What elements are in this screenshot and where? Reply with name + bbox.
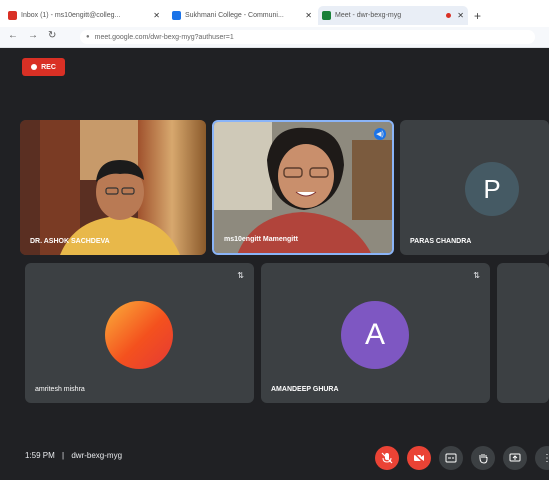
tab-gmail[interactable]: Inbox (1) - ms10engitt@colleg... ✕ bbox=[4, 6, 164, 25]
record-dot-icon bbox=[31, 64, 38, 70]
pin-icon[interactable]: ⇅ bbox=[237, 271, 244, 280]
participant-name: PARAS CHANDRA bbox=[410, 238, 472, 245]
more-icon[interactable]: ⋮ bbox=[535, 446, 549, 470]
participant-tile[interactable]: P PARAS CHANDRA bbox=[400, 120, 549, 255]
participant-name: DR. ASHOK SACHDEVA bbox=[30, 238, 110, 245]
meeting-info: 1:59 PM | dwr-bexg-myg bbox=[25, 451, 122, 460]
avatar: A bbox=[341, 301, 409, 369]
participant-video bbox=[20, 120, 206, 255]
present-icon[interactable] bbox=[503, 446, 527, 470]
close-icon[interactable]: ✕ bbox=[457, 11, 464, 20]
address-toolbar: ← → ↻ ● meet.google.com/dwr-bexg-myg?aut… bbox=[0, 27, 549, 48]
reload-icon[interactable]: ↻ bbox=[48, 30, 56, 41]
clock-time: 1:59 PM bbox=[25, 451, 55, 460]
avatar: P bbox=[465, 162, 519, 216]
forward-icon[interactable]: → bbox=[28, 30, 38, 41]
tab-label: Sukhmani College - Communi... bbox=[185, 12, 284, 19]
lock-icon: ● bbox=[86, 34, 90, 40]
avatar-initial: P bbox=[483, 173, 501, 204]
speaking-indicator-icon: ◀) bbox=[374, 128, 386, 140]
close-icon[interactable]: ✕ bbox=[153, 11, 160, 20]
participant-video bbox=[214, 122, 392, 253]
back-icon[interactable]: ← bbox=[8, 30, 18, 41]
close-icon[interactable]: ✕ bbox=[305, 11, 312, 20]
captions-icon[interactable] bbox=[439, 446, 463, 470]
participant-name: AMANDEEP GHURA bbox=[271, 386, 339, 393]
browser-tab-strip: Inbox (1) - ms10engitt@colleg... ✕ Sukhm… bbox=[0, 0, 549, 27]
recording-dot-icon bbox=[446, 13, 452, 18]
pin-icon[interactable]: ⇅ bbox=[473, 271, 480, 280]
url-text: meet.google.com/dwr-bexg-myg?authuser=1 bbox=[94, 33, 234, 41]
raise-hand-icon[interactable] bbox=[471, 446, 495, 470]
address-bar[interactable]: ● meet.google.com/dwr-bexg-myg?authuser=… bbox=[80, 30, 535, 44]
participant-name: amritesh mishra bbox=[35, 386, 85, 393]
participant-tile[interactable]: ⇅ amritesh mishra bbox=[25, 263, 254, 403]
tab-classroom[interactable]: Sukhmani College - Communi... ✕ bbox=[168, 6, 316, 25]
separator: | bbox=[62, 451, 65, 460]
recording-indicator: REC bbox=[22, 58, 65, 76]
tab-label: Meet - dwr-bexg-myg bbox=[335, 12, 402, 19]
new-tab-button[interactable]: + bbox=[474, 6, 490, 25]
classroom-icon bbox=[172, 11, 181, 20]
tab-meet[interactable]: Meet - dwr-bexg-myg ✕ bbox=[318, 6, 468, 25]
rec-label: REC bbox=[41, 63, 56, 71]
new-tab-label: + bbox=[474, 8, 482, 23]
participant-name: ms10engitt Mamengitt bbox=[224, 236, 298, 243]
meeting-controls-bar: 1:59 PM | dwr-bexg-myg ⋮ bbox=[0, 438, 549, 472]
participant-tile[interactable]: ◀) ms10engitt Mamengitt bbox=[212, 120, 394, 255]
meet-icon bbox=[322, 11, 331, 20]
participant-tile-partial[interactable] bbox=[497, 263, 549, 403]
avatar-initial: A bbox=[364, 318, 385, 351]
participant-tile[interactable]: ⇅ A AMANDEEP GHURA bbox=[261, 263, 490, 403]
meeting-code: dwr-bexg-myg bbox=[71, 451, 123, 460]
participant-tile[interactable]: DR. ASHOK SACHDEVA bbox=[20, 120, 206, 255]
gmail-icon bbox=[8, 11, 17, 20]
avatar bbox=[105, 301, 173, 369]
mic-off-icon[interactable] bbox=[375, 446, 399, 470]
camera-off-icon[interactable] bbox=[407, 446, 431, 470]
tab-label: Inbox (1) - ms10engitt@colleg... bbox=[21, 12, 121, 19]
